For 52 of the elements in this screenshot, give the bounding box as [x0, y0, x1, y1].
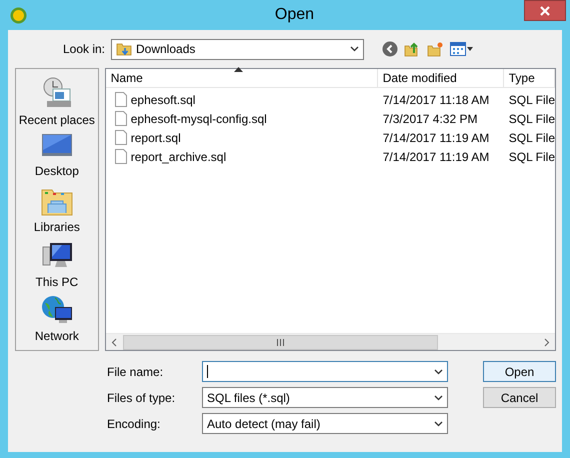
file-icon — [114, 149, 127, 164]
file-icon — [114, 111, 127, 126]
place-item[interactable]: Libraries — [34, 186, 80, 241]
close-button[interactable] — [524, 0, 566, 21]
cancel-button[interactable]: Cancel — [483, 387, 556, 408]
dropdown-field[interactable]: Auto detect (may fail) — [202, 413, 448, 434]
chevron-icon — [434, 368, 443, 374]
back-icon[interactable] — [382, 41, 398, 57]
file-type: SQL File — [508, 92, 555, 108]
date-modified: 7/14/2017 11:19 AM — [382, 148, 490, 166]
chevron-icon — [434, 420, 443, 426]
look-in-dropdown[interactable]: Downloads — [111, 38, 364, 60]
field-label: Encoding: — [107, 416, 162, 432]
date-modified: 7/14/2017 11:18 AM — [382, 92, 490, 108]
grip-icon — [276, 339, 284, 346]
close-icon — [540, 6, 550, 16]
place-item[interactable]: Desktop — [34, 132, 79, 186]
text-cursor — [207, 365, 208, 378]
clock-icon — [40, 77, 73, 109]
scroll-right-icon[interactable] — [544, 338, 550, 346]
place-item[interactable]: This PC — [36, 240, 78, 296]
place-item[interactable]: Network — [34, 295, 79, 350]
window-title: Open — [274, 5, 314, 25]
field-label: Files of type: — [107, 390, 176, 406]
folder-icon — [116, 42, 132, 56]
globe-computer-icon — [40, 295, 73, 326]
date-modified: 7/14/2017 11:19 AM — [382, 130, 490, 146]
open-button[interactable]: Open — [483, 361, 556, 382]
look-in-label: Look in: — [62, 41, 106, 58]
chevron-icon — [434, 394, 443, 400]
file-name[interactable]: report_archive.sql — [130, 148, 226, 166]
date-modified: 7/3/2017 4:32 PM — [382, 110, 478, 128]
app-icon — [10, 6, 27, 24]
file-type: SQL File — [508, 110, 555, 128]
file-type: SQL File — [508, 148, 555, 166]
file-icon — [114, 92, 127, 107]
new-folder-icon[interactable] — [427, 41, 444, 57]
file-name[interactable]: ephesoft.sql — [130, 90, 196, 108]
place-item[interactable]: Recent places — [18, 77, 95, 132]
file-type: SQL File — [508, 130, 555, 146]
look-in-value: Downloads — [136, 41, 196, 58]
view-menu-icon[interactable] — [450, 42, 474, 56]
dropdown-field[interactable]: SQL files (*.sql) — [202, 387, 448, 408]
file-name[interactable]: report.sql — [130, 128, 181, 146]
field-label: File name: — [107, 364, 164, 380]
sort-ascending-icon — [234, 67, 243, 72]
dropdown-field[interactable] — [202, 361, 448, 382]
chevron-icon — [350, 46, 359, 52]
horizontal-scrollbar[interactable] — [106, 333, 555, 350]
file-name[interactable]: ephesoft-mysql-config.sql — [130, 110, 267, 128]
file-icon — [114, 130, 127, 145]
scroll-left-icon[interactable] — [111, 338, 118, 346]
